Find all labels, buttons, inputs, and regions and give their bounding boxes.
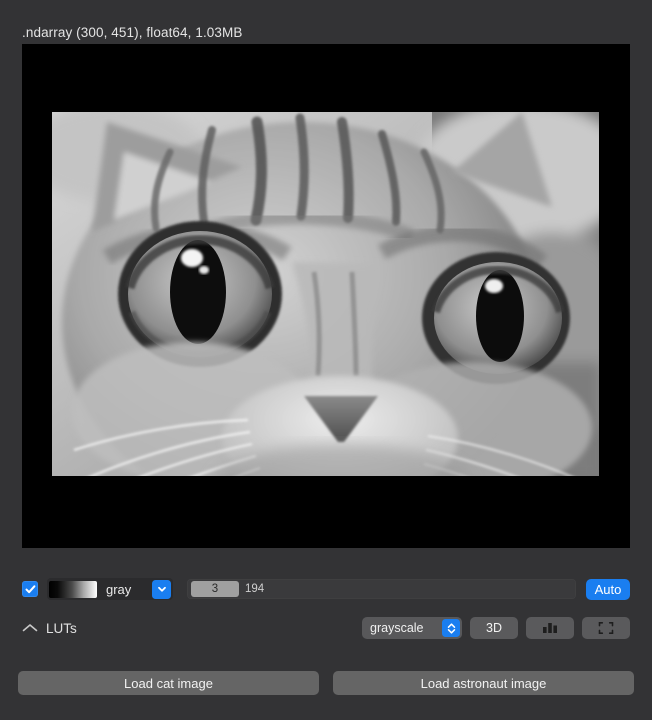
chevron-up-down-icon — [447, 622, 455, 634]
load-cat-image-button[interactable]: Load cat image — [18, 671, 319, 695]
load-astronaut-image-button[interactable]: Load astronaut image — [333, 671, 634, 695]
image-viewer-app: .ndarray (300, 451), float64, 1.03MB gra… — [0, 0, 652, 720]
auto-contrast-button[interactable]: Auto — [586, 578, 630, 600]
bottom-button-row: Load cat image Load astronaut image — [18, 671, 634, 695]
chevron-down-icon — [157, 586, 166, 592]
contrast-low-handle[interactable]: 3 — [191, 581, 239, 597]
contrast-high-value: 194 — [245, 583, 265, 595]
toggle-3d-label: 3D — [486, 621, 502, 635]
toggle-3d-button[interactable]: 3D — [470, 617, 518, 639]
chevron-up-icon — [22, 624, 38, 632]
colormap-select[interactable]: grayscale — [362, 617, 462, 639]
page-title: .ndarray (300, 451), float64, 1.03MB — [22, 24, 243, 40]
colormap-name-label: gray — [106, 581, 132, 597]
image-canvas[interactable] — [22, 44, 630, 548]
histogram-icon — [543, 623, 557, 633]
histogram-button[interactable] — [526, 617, 574, 639]
luts-collapse-toggle[interactable]: LUTs — [22, 621, 77, 636]
contrast-low-value: 3 — [211, 583, 219, 595]
colormap-dropdown-button[interactable] — [152, 579, 171, 599]
cat-image-graphic — [52, 112, 599, 476]
luts-label: LUTs — [46, 620, 77, 636]
lut-visible-checkbox[interactable] — [22, 581, 38, 597]
header: .ndarray (300, 451), float64, 1.03MB — [22, 22, 630, 42]
contrast-limits-slider[interactable]: 3 194 — [187, 579, 576, 599]
colormap-gradient-swatch — [49, 580, 97, 598]
checkmark-icon — [25, 584, 35, 593]
colormap-select-stepper[interactable] — [442, 619, 460, 637]
colormap-select-value: grayscale — [370, 621, 424, 635]
expand-icon — [598, 622, 614, 634]
load-astronaut-image-label: Load astronaut image — [420, 675, 547, 691]
auto-contrast-label: Auto — [594, 581, 622, 597]
lut-control-row: gray 3 194 Auto — [22, 576, 630, 602]
ndarray-image — [52, 112, 599, 476]
colormap-combobox[interactable]: gray — [47, 578, 173, 600]
reset-view-button[interactable] — [582, 617, 630, 639]
load-cat-image-label: Load cat image — [124, 675, 213, 691]
tools-row: LUTs grayscale 3D — [22, 614, 630, 642]
